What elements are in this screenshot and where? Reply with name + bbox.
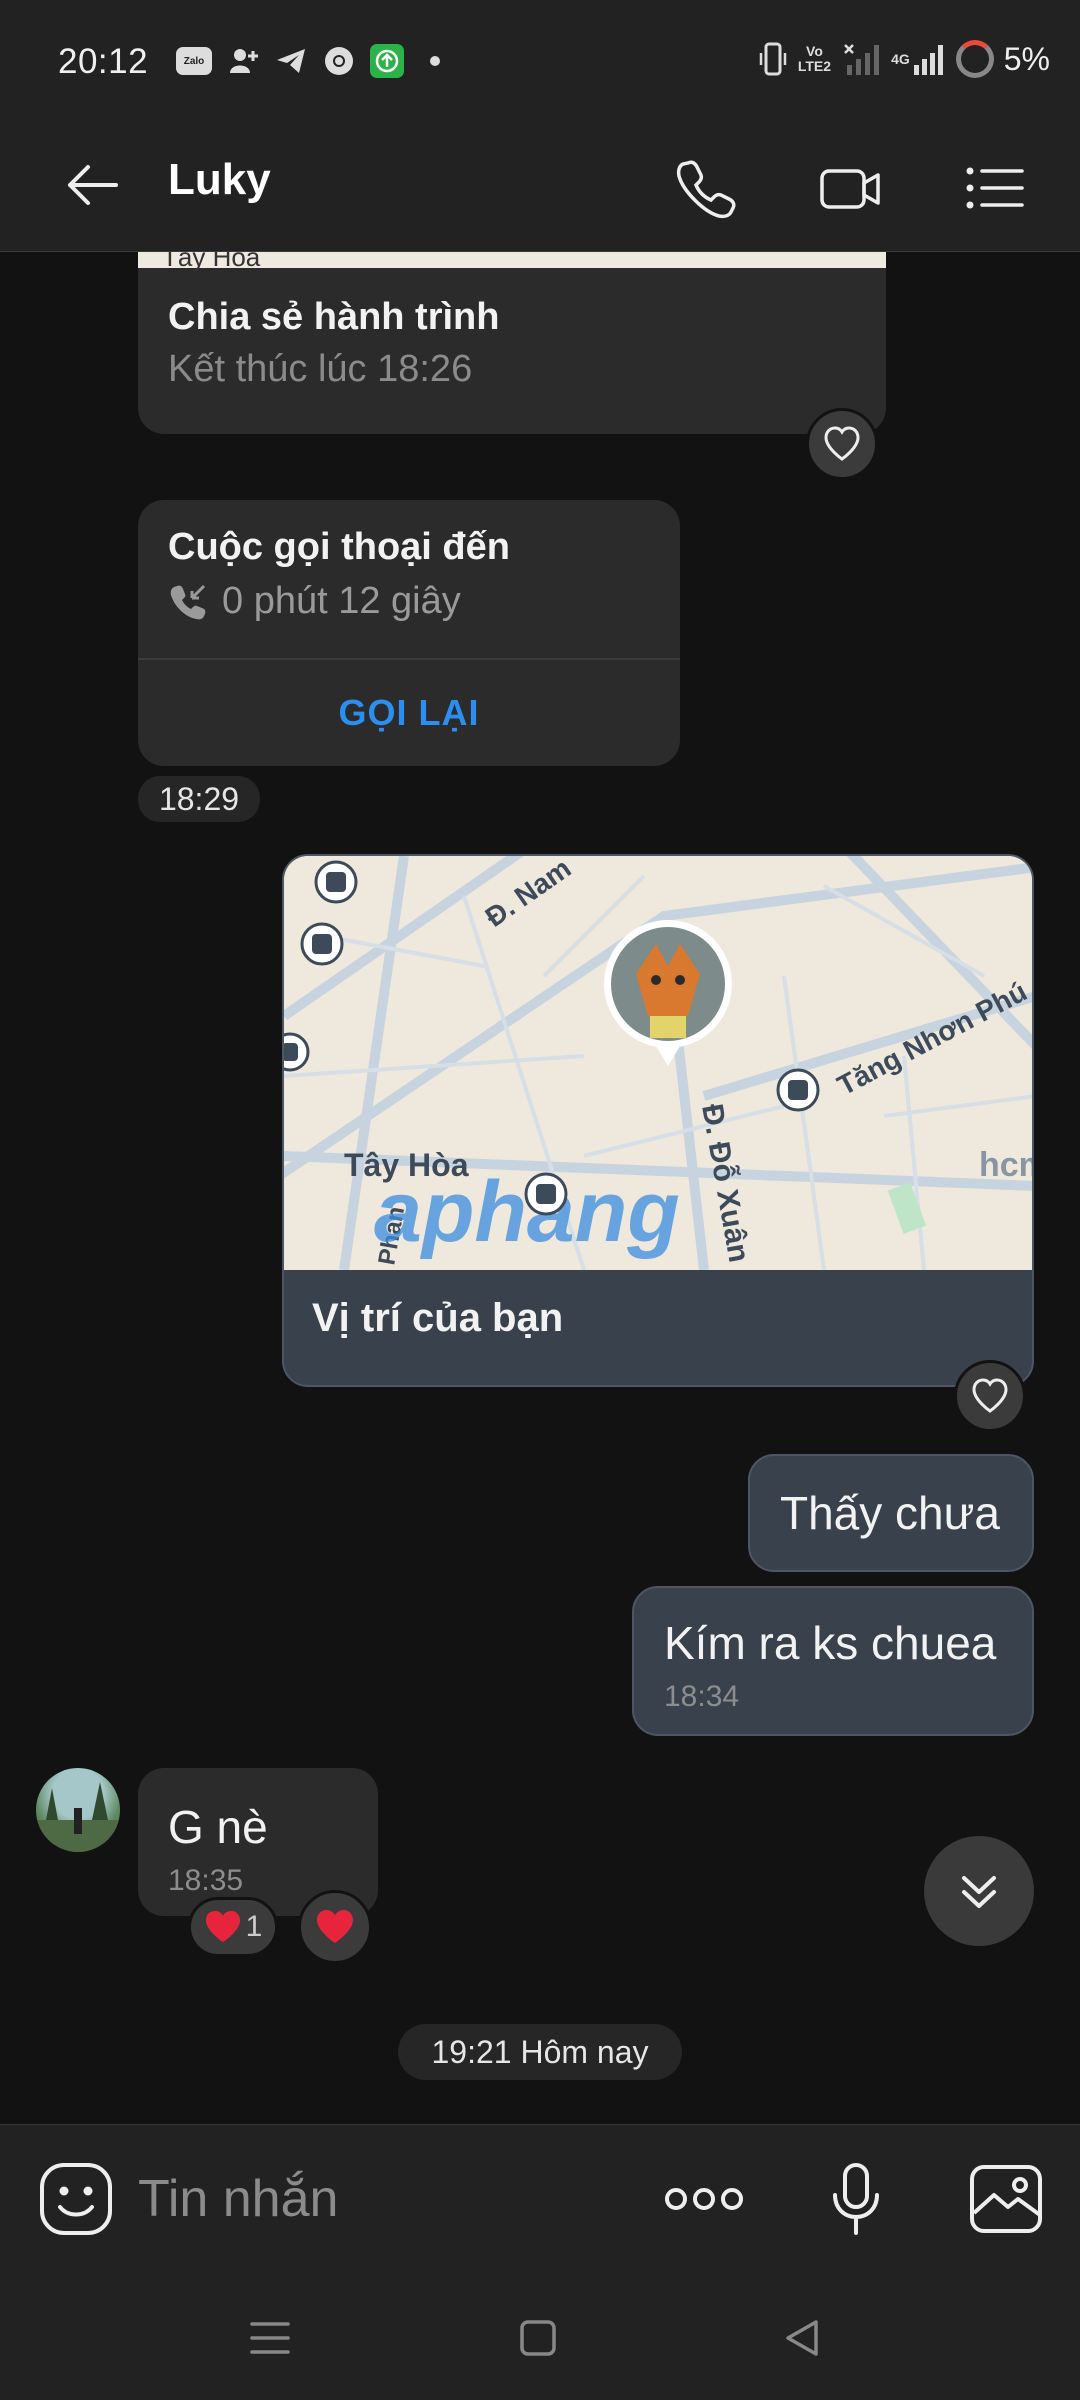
video-call-button[interactable] bbox=[818, 155, 884, 221]
image-picker-button[interactable] bbox=[966, 2159, 1046, 2239]
signal-sim2: 4G bbox=[891, 41, 946, 77]
bus-stop-icon bbox=[776, 1068, 820, 1112]
telegram-icon bbox=[274, 44, 308, 78]
journey-map-preview: Tây Hòa bbox=[138, 252, 886, 272]
status-bar: 20:12 Zalo Vo LTE2 4G 5% bbox=[0, 0, 1080, 125]
react-button[interactable] bbox=[806, 408, 878, 480]
reaction-summary[interactable]: 1 bbox=[188, 1897, 278, 1957]
message-text: G nè bbox=[168, 1801, 268, 1853]
sticker-icon bbox=[40, 2163, 112, 2235]
signal-sim2-icon bbox=[913, 45, 943, 75]
image-icon bbox=[970, 2165, 1042, 2233]
react-button[interactable] bbox=[954, 1360, 1026, 1432]
date-divider: 19:21 Hôm nay bbox=[398, 2024, 682, 2080]
battery-percent: 5% bbox=[1003, 40, 1050, 77]
bus-stop-icon bbox=[300, 922, 344, 966]
recent-apps-button[interactable] bbox=[240, 2308, 300, 2368]
location-card[interactable]: Đ. Nam Tăng Nhơn Phú Tây Hòa Đ. Đỗ Xuân … bbox=[282, 854, 1034, 1387]
heart-filled-icon bbox=[317, 1910, 353, 1943]
journey-title: Chia sẻ hành trình bbox=[168, 296, 500, 338]
phone-icon bbox=[676, 160, 736, 219]
watermark-text: aphang bbox=[374, 1164, 680, 1260]
incoming-call-icon bbox=[170, 584, 206, 619]
more-notifications-dot bbox=[430, 56, 440, 66]
journey-map-text: Tây Hòa bbox=[162, 252, 261, 272]
arrow-left-icon bbox=[68, 165, 118, 205]
back-nav-button[interactable] bbox=[772, 2308, 832, 2368]
triangle-back-icon bbox=[786, 2320, 818, 2356]
system-navigation-bar bbox=[0, 2272, 1080, 2400]
zalo-icon: Zalo bbox=[176, 47, 212, 75]
map-label-hcm: hcm bbox=[979, 1146, 1032, 1184]
emoji-button[interactable] bbox=[36, 2159, 116, 2239]
network-type-label: 4G bbox=[891, 50, 910, 67]
square-icon bbox=[520, 2320, 556, 2356]
upload-icon bbox=[370, 44, 404, 78]
heart-outline-icon bbox=[972, 1378, 1008, 1413]
message-text: Kím ra ks chuea bbox=[664, 1617, 997, 1669]
microphone-icon bbox=[833, 2163, 879, 2235]
list-menu-icon bbox=[966, 167, 1024, 209]
call-title: Cuộc gọi thoại đến bbox=[168, 526, 510, 568]
call-duration-row: 0 phút 12 giây bbox=[168, 580, 461, 623]
battery-icon bbox=[955, 40, 994, 78]
message-list[interactable]: Tây Hòa Chia sẻ hành trình Kết thúc lúc … bbox=[0, 252, 1080, 2124]
voice-call-button[interactable] bbox=[674, 155, 740, 221]
video-camera-icon bbox=[820, 169, 880, 209]
message-time: 18:34 bbox=[664, 1680, 740, 1713]
scroll-to-bottom-button[interactable] bbox=[924, 1836, 1034, 1946]
bus-stop-icon bbox=[284, 1032, 310, 1072]
journey-end-time: Kết thúc lúc 18:26 bbox=[168, 348, 473, 390]
status-time: 20:12 bbox=[58, 42, 149, 81]
message-input[interactable] bbox=[138, 2159, 608, 2239]
message-text: Thấy chưa bbox=[780, 1487, 1001, 1539]
notification-icons: Zalo bbox=[176, 44, 440, 78]
chrome-icon bbox=[322, 44, 356, 78]
vibrate-icon bbox=[759, 42, 787, 76]
options-menu-button[interactable] bbox=[962, 155, 1028, 221]
signal-sim1-icon bbox=[844, 44, 880, 75]
call-back-button[interactable]: GỌI LẠI bbox=[138, 660, 680, 766]
call-duration: 0 phút 12 giây bbox=[222, 580, 461, 622]
volte-label: Vo LTE2 bbox=[797, 43, 832, 74]
voice-call-card: Cuộc gọi thoại đến 0 phút 12 giây GỌI LẠ… bbox=[138, 500, 680, 766]
message-time: 18:29 bbox=[138, 776, 260, 822]
react-button[interactable] bbox=[298, 1890, 372, 1964]
journey-share-card[interactable]: Tây Hòa Chia sẻ hành trình Kết thúc lúc … bbox=[138, 252, 886, 434]
more-options-button[interactable] bbox=[664, 2159, 744, 2239]
reaction-count: 1 bbox=[245, 1910, 263, 1943]
location-map[interactable]: Đ. Nam Tăng Nhơn Phú Tây Hòa Đ. Đỗ Xuân … bbox=[284, 856, 1032, 1270]
menu-lines-icon bbox=[250, 2322, 290, 2354]
bus-stop-icon bbox=[314, 860, 358, 904]
voice-message-button[interactable] bbox=[816, 2159, 896, 2239]
contact-avatar[interactable] bbox=[36, 1768, 120, 1852]
chat-header: Luky bbox=[0, 125, 1080, 252]
back-button[interactable] bbox=[62, 155, 122, 215]
outgoing-message[interactable]: Kím ra ks chuea 18:34 bbox=[632, 1586, 1034, 1736]
heart-filled-icon bbox=[205, 1910, 240, 1943]
outgoing-message[interactable]: Thấy chưa bbox=[748, 1454, 1034, 1572]
more-horizontal-icon bbox=[665, 2188, 743, 2210]
bus-stop-icon bbox=[524, 1172, 568, 1216]
double-chevron-down-icon bbox=[962, 1876, 996, 1908]
location-label: Vị trí của bạn bbox=[312, 1296, 564, 1340]
system-indicators: Vo LTE2 4G 5% bbox=[758, 40, 1050, 78]
heart-outline-icon bbox=[824, 426, 860, 461]
contact-name[interactable]: Luky bbox=[168, 155, 271, 205]
home-button[interactable] bbox=[508, 2308, 568, 2368]
add-contact-icon bbox=[226, 44, 260, 78]
map-graphic: Đ. Nam Tăng Nhơn Phú Tây Hòa Đ. Đỗ Xuân … bbox=[284, 856, 1032, 1270]
avatar-image bbox=[36, 1782, 120, 1852]
message-composer bbox=[0, 2124, 1080, 2272]
